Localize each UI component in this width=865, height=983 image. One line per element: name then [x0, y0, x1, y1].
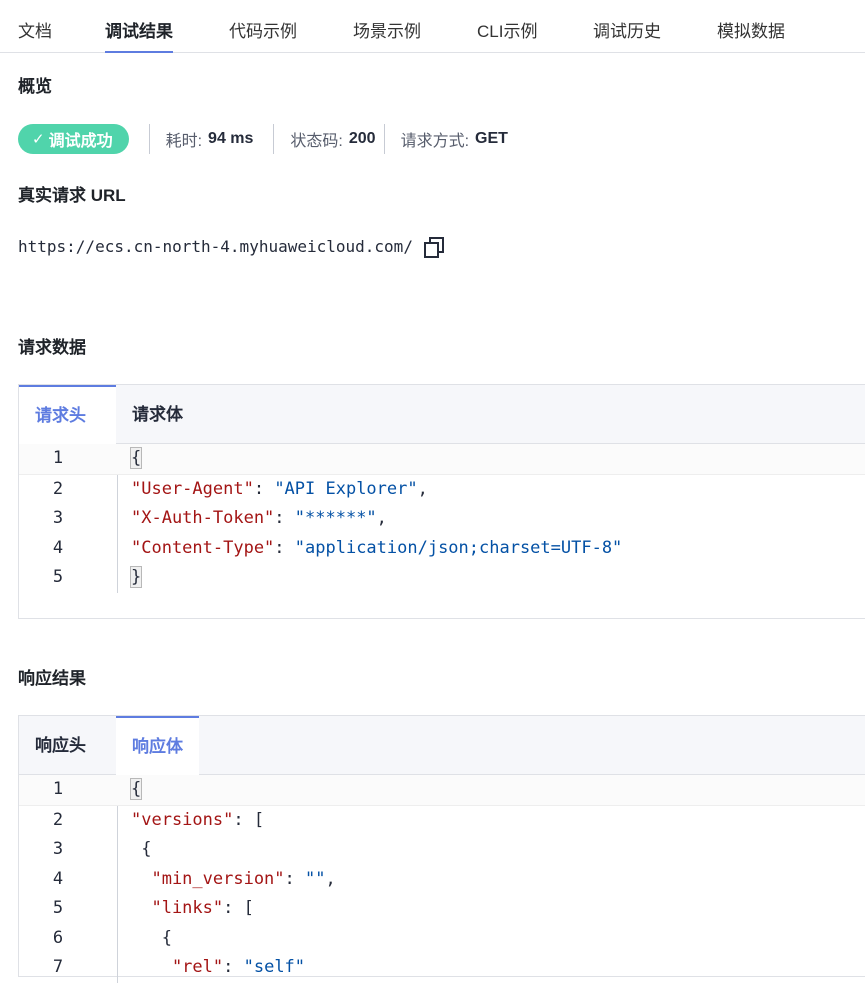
- tab-scenario-examples[interactable]: 场景示例: [353, 0, 421, 52]
- response-tab-bar: 响应头 响应体: [19, 716, 865, 776]
- code-line: 3 "X-Auth-Token": "******",: [19, 504, 865, 534]
- status-code-value: 200: [348, 130, 376, 147]
- time-label: 耗时:: [165, 133, 203, 150]
- line-number: 1: [52, 779, 64, 799]
- line-number: 2: [52, 809, 64, 830]
- code-line: 4 "min_version": "",: [19, 865, 865, 895]
- tab-response-headers[interactable]: 响应头: [19, 716, 102, 774]
- divider: [148, 124, 150, 154]
- line-number: 7: [52, 957, 64, 977]
- tab-debug-history[interactable]: 调试历史: [593, 0, 661, 52]
- overview-title: 概览: [18, 77, 52, 96]
- code-text: {: [131, 839, 152, 859]
- top-tab-bar: 文档 调试结果 代码示例 场景示例 CLI示例 调试历史 模拟数据: [0, 0, 865, 53]
- code-line: 6 {: [19, 924, 865, 954]
- status-summary: ✓ 调试成功 耗时: 94 ms 状态码: 200 请求方式: GET: [18, 123, 508, 155]
- check-icon: ✓: [32, 131, 45, 148]
- line-number: 3: [52, 508, 64, 528]
- code-line: 5 "links": [: [19, 894, 865, 924]
- tab-code-examples[interactable]: 代码示例: [229, 0, 297, 52]
- code-text: "rel": "self": [131, 957, 306, 977]
- code-text: "User-Agent": "API Explorer",: [131, 478, 428, 499]
- status-text: 调试成功: [48, 133, 113, 150]
- request-tab-bar: 请求头 请求体: [19, 385, 865, 445]
- code-text: {: [131, 927, 172, 948]
- tab-debug-result[interactable]: 调试结果: [105, 0, 173, 53]
- tab-mock-data[interactable]: 模拟数据: [717, 0, 785, 52]
- response-code-viewer[interactable]: 1{2 "versions": [3 {4 "min_version": "", 5…: [19, 775, 865, 983]
- request-code-viewer[interactable]: 1{2 "User-Agent": "API Explorer", 3 "X-Auth…: [19, 444, 865, 593]
- code-line: 1{: [19, 444, 865, 475]
- code-text: "X-Auth-Token": "******",: [131, 508, 387, 528]
- request-url: https://ecs.cn-north-4.myhuaweicloud.com…: [18, 236, 413, 256]
- line-number: 5: [52, 567, 64, 587]
- code-text: {: [129, 447, 143, 469]
- url-section-title: 真实请求 URL: [18, 186, 126, 205]
- code-line: 4 "Content-Type": "application/json;chars…: [19, 534, 865, 564]
- tab-docs[interactable]: 文档: [18, 0, 52, 52]
- code-line: 2 "versions": [: [19, 806, 865, 836]
- code-line: 7 "rel": "self": [19, 953, 865, 983]
- status-badge: ✓ 调试成功: [18, 124, 129, 154]
- copy-icon[interactable]: [423, 236, 444, 258]
- status-code-label: 状态码:: [290, 133, 343, 150]
- response-panel: 响应头 响应体 1{2 "versions": [3 {4 "min_versio…: [18, 715, 865, 983]
- code-text: }: [129, 566, 143, 588]
- tab-request-headers[interactable]: 请求头: [19, 385, 116, 445]
- tab-response-body[interactable]: 响应体: [116, 716, 199, 776]
- divider: [273, 124, 275, 154]
- code-text: "Content-Type": "application/json;charse…: [131, 537, 623, 558]
- line-number: 4: [52, 868, 64, 889]
- line-number: 3: [52, 839, 64, 859]
- code-line: 1{: [19, 775, 865, 806]
- line-number: 4: [52, 537, 64, 558]
- code-line: 2 "User-Agent": "API Explorer",: [19, 475, 865, 505]
- code-text: "links": [: [131, 898, 254, 918]
- request-url-row: https://ecs.cn-north-4.myhuaweicloud.com…: [18, 236, 444, 258]
- tab-cli-examples[interactable]: CLI示例: [477, 0, 537, 52]
- code-line: 5}: [19, 563, 865, 593]
- request-section-title: 请求数据: [18, 338, 86, 357]
- method-label: 请求方式:: [400, 133, 470, 150]
- code-text: {: [129, 778, 143, 800]
- request-panel: 请求头 请求体 1{2 "User-Agent": "API Explorer",…: [18, 384, 865, 619]
- time-value: 94 ms: [208, 130, 254, 147]
- line-number: 1: [52, 448, 64, 468]
- line-number: 6: [52, 927, 64, 948]
- code-text: "min_version": "",: [131, 868, 336, 889]
- method-value: GET: [475, 130, 508, 147]
- code-line: 3 {: [19, 835, 865, 865]
- tab-request-body[interactable]: 请求体: [116, 385, 199, 443]
- code-text: "versions": [: [131, 809, 265, 830]
- line-number: 5: [52, 898, 64, 918]
- response-section-title: 响应结果: [18, 669, 86, 688]
- line-number: 2: [52, 478, 64, 499]
- divider: [383, 124, 385, 154]
